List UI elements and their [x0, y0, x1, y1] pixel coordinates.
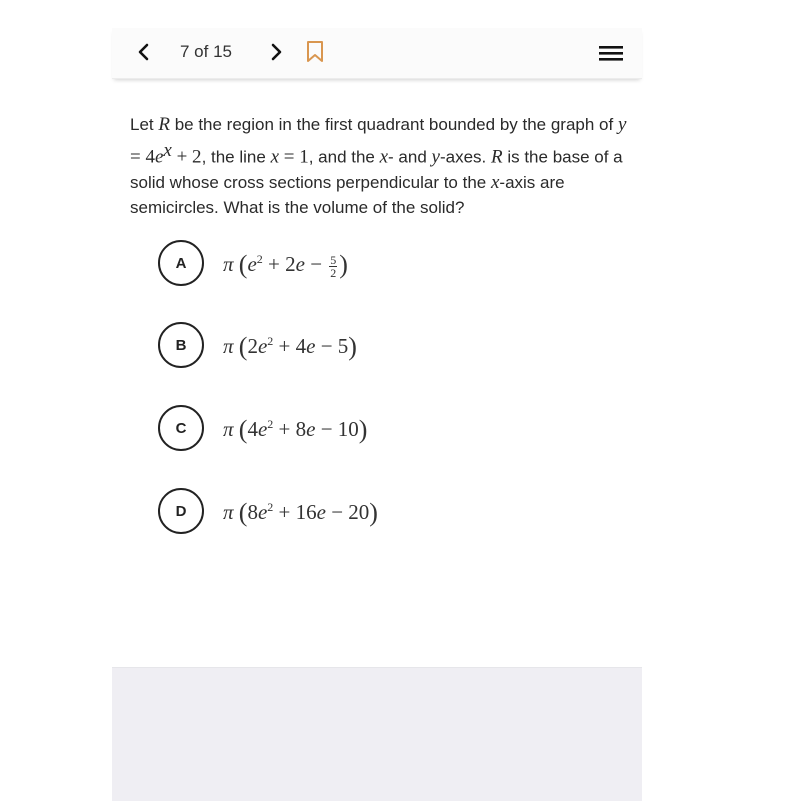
bookmark-button[interactable]	[304, 39, 326, 65]
bookmark-icon	[307, 41, 323, 62]
question-text: Let R be the region in the first quadran…	[130, 114, 627, 218]
choice-formula: π (8e2 + 16e − 20)	[223, 498, 378, 527]
previous-question-button[interactable]	[130, 38, 158, 66]
chevron-left-icon	[138, 43, 149, 61]
choice-letter-bubble[interactable]: A	[158, 240, 204, 286]
choice-letter-bubble[interactable]: C	[158, 405, 204, 451]
question-page: 7 of 15 Let R be the region in the first…	[112, 28, 642, 801]
answer-choice-a[interactable]: A π (e2 + 2e − 5 2)	[158, 240, 608, 290]
choice-letter-bubble[interactable]: D	[158, 488, 204, 534]
choice-formula: π (2e2 + 4e − 5)	[223, 332, 357, 361]
fraction: 52	[329, 252, 338, 280]
navigation-header: 7 of 15	[112, 28, 642, 79]
chevron-right-icon	[271, 43, 282, 61]
answer-choice-b[interactable]: B π (2e2 + 4e − 5)	[158, 322, 608, 372]
hamburger-menu-icon	[599, 46, 623, 61]
choice-letter-bubble[interactable]: B	[158, 322, 204, 368]
menu-button[interactable]	[596, 40, 626, 66]
answer-choice-d[interactable]: D π (8e2 + 16e − 20)	[158, 488, 608, 538]
answer-choice-c[interactable]: C π (4e2 + 8e − 10)	[158, 405, 608, 455]
question-counter: 7 of 15	[180, 42, 232, 61]
next-question-button[interactable]	[262, 38, 290, 66]
choice-formula: π (e2 + 2e − 5 2)	[223, 250, 348, 280]
choice-formula: π (4e2 + 8e − 10)	[223, 415, 368, 444]
footer-panel	[112, 667, 642, 801]
